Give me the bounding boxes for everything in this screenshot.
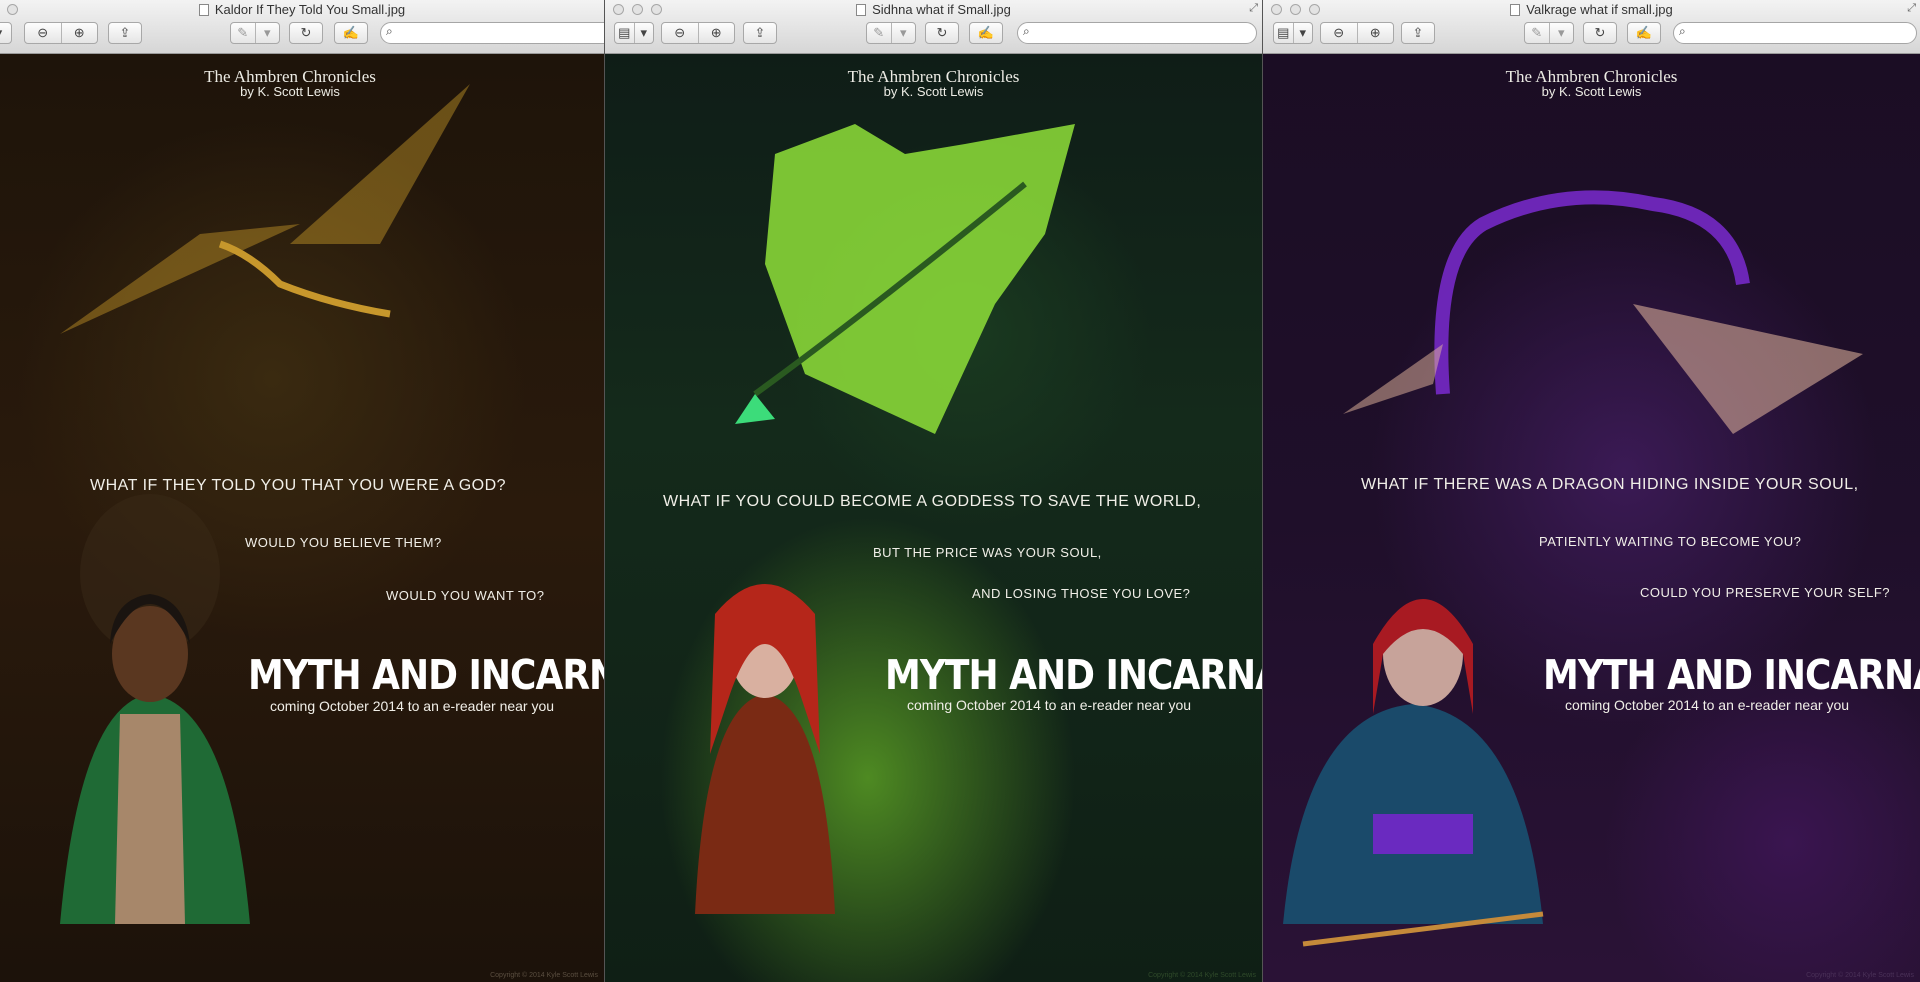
search-icon: ⌕ (386, 24, 393, 38)
dragon-wing-right (1633, 304, 1863, 434)
dragon-wing (765, 124, 1075, 434)
chevron-down-icon: ▾ (633, 23, 654, 43)
release-line: coming October 2014 to an e-reader near … (270, 698, 555, 714)
window-title: Valkrage what if small.jpg (1263, 2, 1920, 17)
zoom-out-button[interactable]: ⊖ (25, 23, 61, 43)
sidebar-view-button[interactable]: ▤ ▾ (1273, 22, 1313, 44)
tagline-3: AND LOSING THOSE YOU LOVE? (972, 586, 1191, 601)
copyright-text: Copyright © 2014 Kyle Scott Lewis (1148, 972, 1256, 979)
search-input[interactable]: ⌕ (1673, 22, 1917, 44)
poster-image: The Ahmbren Chronicles by K. Scott Lewis… (1263, 54, 1920, 982)
copyright-text: Copyright © 2014 Kyle Scott Lewis (490, 972, 598, 979)
document-icon (198, 4, 209, 16)
dragon-wing-right (290, 84, 470, 244)
pen-icon: ✎ (1531, 25, 1543, 40)
tagline-2: PATIENTLY WAITING TO BECOME YOU? (1539, 534, 1802, 549)
sidebar-icon: ▤ (618, 25, 631, 40)
tagline-1: WHAT IF THERE WAS A DRAGON HIDING INSIDE… (1361, 476, 1859, 493)
search-icon: ⌕ (1023, 24, 1030, 38)
preview-window-sidhna: Sidhna what if Small.jpg ⤢ ▤ ▾ ⊖ ⊕ ⇪ ✎ ▾… (604, 0, 1262, 982)
window-titlebar[interactable]: Sidhna what if Small.jpg ⤢ ▤ ▾ ⊖ ⊕ ⇪ ✎ ▾… (605, 0, 1262, 54)
chevron-down-icon: ▾ (0, 23, 11, 43)
tagline-1: WHAT IF YOU COULD BECOME A GODDESS TO SA… (663, 493, 1202, 510)
edit-toolbar-button[interactable]: ✍ (969, 22, 1003, 44)
document-icon (856, 4, 867, 16)
tagline-2: WOULD YOU BELIEVE THEM? (245, 535, 442, 550)
release-line: coming October 2014 to an e-reader near … (907, 697, 1192, 713)
preview-window-valkrage: Valkrage what if small.jpg ⤢ ▤ ▾ ⊖ ⊕ ⇪ ✎… (1262, 0, 1920, 982)
share-icon: ⇪ (754, 25, 766, 40)
book-title: MYTH AND INCARNATION (885, 652, 1262, 700)
search-input[interactable]: ⌕ (380, 22, 604, 44)
zoom-in-button[interactable]: ⊕ (697, 23, 735, 43)
rotate-icon: ↻ (936, 25, 948, 40)
rotate-button[interactable]: ↻ (925, 22, 959, 44)
preview-window-kaldor: Kaldor If They Told You Small.jpg ▾ ⊖ ⊕ … (0, 0, 604, 982)
poster-image: The Ahmbren Chronicles by K. Scott Lewis… (605, 54, 1262, 982)
chevron-down-icon: ▾ (1548, 23, 1574, 43)
dragon-body (218, 240, 391, 318)
book-title: MYTH AND INCARNATION (1543, 652, 1920, 700)
window-title: Sidhna what if Small.jpg (605, 2, 1262, 17)
author-line: by K. Scott Lewis (1541, 84, 1642, 99)
zoom-in-button[interactable]: ⊕ (1356, 23, 1394, 43)
pen-icon: ✎ (237, 25, 249, 40)
chevron-down-icon: ▾ (890, 23, 916, 43)
dragon-wing-left (1343, 344, 1443, 414)
author-line: by K. Scott Lewis (883, 84, 984, 99)
poster-artwork (695, 124, 1075, 914)
annotate-pen-button[interactable]: ✎ ▾ (1524, 22, 1574, 44)
release-line: coming October 2014 to an e-reader near … (1565, 697, 1850, 713)
edit-icon: ✍ (977, 25, 995, 40)
share-button[interactable]: ⇪ (743, 22, 777, 44)
tagline-3: COULD YOU PRESERVE YOUR SELF? (1640, 585, 1891, 600)
search-input[interactable]: ⌕ (1017, 22, 1257, 44)
window-title: Kaldor If They Told You Small.jpg (0, 2, 604, 17)
edit-icon: ✍ (342, 25, 360, 40)
annotate-pen-button[interactable]: ✎ ▾ (866, 22, 916, 44)
tagline-1: WHAT IF THEY TOLD YOU THAT YOU WERE A GO… (90, 477, 507, 494)
pen-icon: ✎ (873, 25, 885, 40)
share-icon: ⇪ (1412, 25, 1424, 40)
book-title: MYTH AND INCARNATION (248, 652, 604, 700)
rotate-icon: ↻ (300, 25, 312, 40)
window-titlebar[interactable]: Valkrage what if small.jpg ⤢ ▤ ▾ ⊖ ⊕ ⇪ ✎… (1263, 0, 1920, 54)
poster-artwork (60, 84, 470, 924)
dragon-wing-left (60, 224, 300, 334)
rotate-icon: ↻ (1594, 25, 1606, 40)
author-line: by K. Scott Lewis (240, 84, 340, 99)
tagline-3: WOULD YOU WANT TO? (386, 588, 545, 603)
zoom-controls: ⊖ ⊕ (1320, 22, 1394, 44)
fullscreen-icon[interactable]: ⤢ (1907, 2, 1916, 15)
annotate-pen-button[interactable]: ✎ ▾ (230, 22, 280, 44)
tagline-2: BUT THE PRICE WAS YOUR SOUL, (873, 545, 1102, 560)
edit-toolbar-button[interactable]: ✍ (1627, 22, 1661, 44)
chevron-down-icon: ▾ (1292, 23, 1313, 43)
edit-toolbar-button[interactable]: ✍ (334, 22, 368, 44)
fullscreen-icon[interactable]: ⤢ (1249, 2, 1258, 15)
share-icon: ⇪ (119, 25, 131, 40)
share-button[interactable]: ⇪ (1401, 22, 1435, 44)
zoom-controls: ⊖ ⊕ (661, 22, 735, 44)
sidebar-icon: ▤ (1277, 25, 1290, 40)
poster-artwork (1283, 190, 1863, 947)
zoom-in-button[interactable]: ⊕ (60, 23, 98, 43)
rotate-button[interactable]: ↻ (1583, 22, 1617, 44)
sidebar-view-button[interactable]: ▤ ▾ (614, 22, 654, 44)
edit-icon: ✍ (1635, 25, 1653, 40)
document-icon (1510, 4, 1521, 16)
rotate-button[interactable]: ↻ (289, 22, 323, 44)
zoom-controls: ⊖ ⊕ (24, 22, 98, 44)
poster-image: The Ahmbren Chronicles by K. Scott Lewis… (0, 54, 604, 982)
share-button[interactable]: ⇪ (108, 22, 142, 44)
zoom-out-button[interactable]: ⊖ (1321, 23, 1357, 43)
chevron-down-icon: ▾ (254, 23, 280, 43)
window-titlebar[interactable]: Kaldor If They Told You Small.jpg ▾ ⊖ ⊕ … (0, 0, 604, 54)
copyright-text: Copyright © 2014 Kyle Scott Lewis (1806, 972, 1914, 979)
zoom-out-button[interactable]: ⊖ (662, 23, 698, 43)
search-icon: ⌕ (1679, 24, 1686, 38)
sidebar-toggle-button[interactable]: ▾ (0, 22, 12, 44)
